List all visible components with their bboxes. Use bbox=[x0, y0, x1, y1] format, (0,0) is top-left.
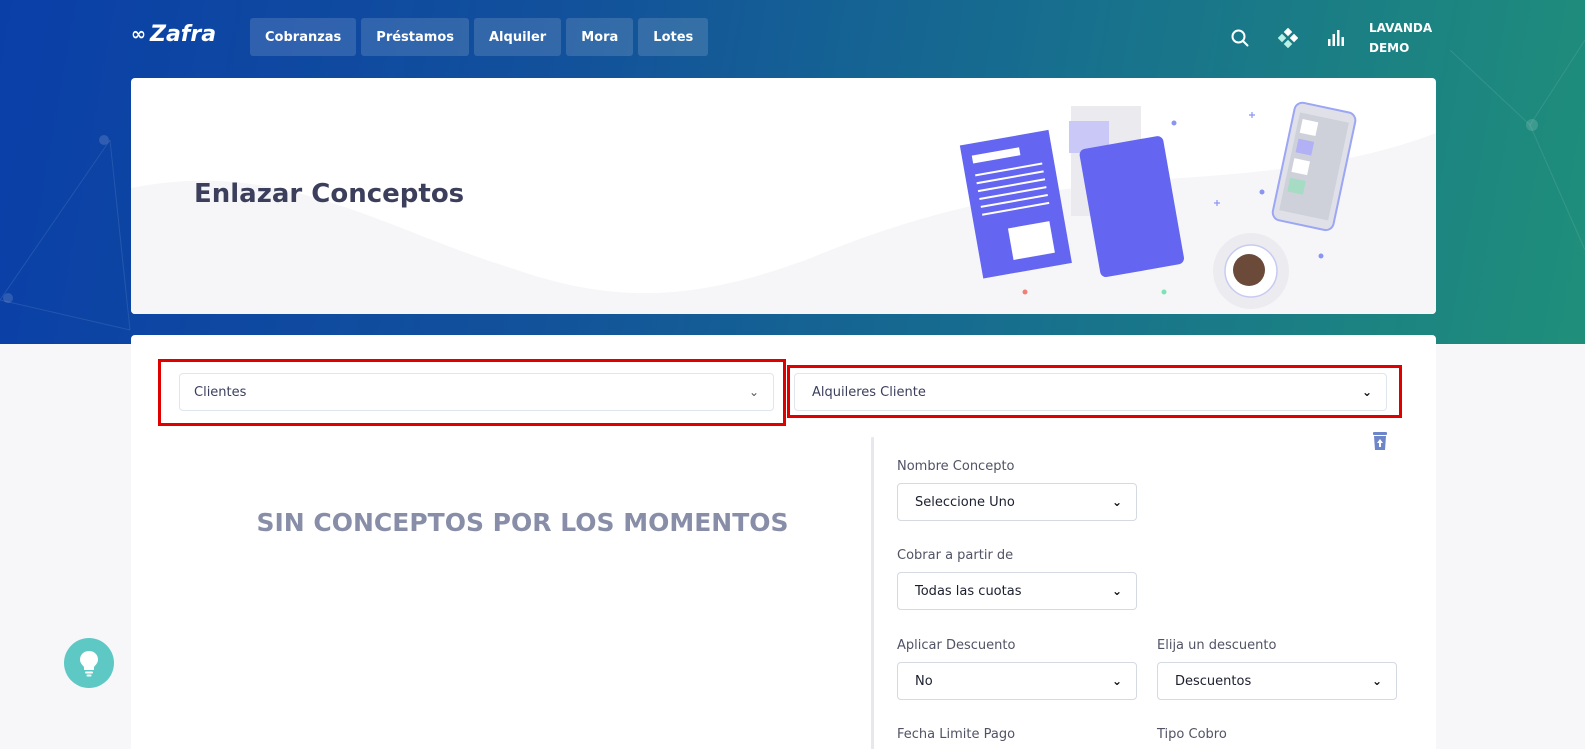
documents-illustration bbox=[959, 101, 1357, 309]
bar-chart-icon[interactable] bbox=[1324, 26, 1348, 50]
empty-concepts-message: SIN CONCEPTOS POR LOS MOMENTOS bbox=[256, 508, 789, 537]
column-divider bbox=[871, 437, 874, 749]
elija-descuento-value: Descuentos bbox=[1175, 673, 1252, 689]
main-card: Clientes ⌄ Alquileres Cliente ⌄ SIN CONC… bbox=[131, 335, 1436, 749]
search-icon[interactable] bbox=[1228, 26, 1252, 50]
nav-alquiler[interactable]: Alquiler bbox=[474, 18, 562, 56]
type-select[interactable]: Alquileres Cliente ⌄ bbox=[794, 373, 1387, 411]
lightbulb-icon bbox=[80, 651, 98, 677]
aplicar-descuento-label: Aplicar Descuento bbox=[897, 638, 1016, 653]
cobrar-a-partir-select[interactable]: Todas las cuotas ⌄ bbox=[897, 572, 1137, 610]
nav-mora[interactable]: Mora bbox=[566, 18, 634, 56]
logo-icon: ∞ bbox=[131, 24, 146, 45]
nav-cobranzas[interactable]: Cobranzas bbox=[250, 18, 357, 56]
aplicar-descuento-value: No bbox=[915, 673, 933, 689]
user-name-line1: LAVANDA bbox=[1369, 21, 1433, 35]
header-icons bbox=[1228, 26, 1348, 50]
tipo-cobro-label: Tipo Cobro bbox=[1157, 727, 1227, 742]
nav-prestamos[interactable]: Préstamos bbox=[361, 18, 469, 56]
fecha-limite-label: Fecha Limite Pago bbox=[897, 727, 1016, 742]
hero-card: Enlazar Conceptos bbox=[131, 78, 1436, 314]
user-menu[interactable]: LAVANDA DEMO bbox=[1369, 18, 1432, 58]
main-nav: Cobranzas Préstamos Alquiler Mora Lotes bbox=[250, 18, 709, 56]
cobrar-a-partir-label: Cobrar a partir de bbox=[897, 548, 1014, 563]
chevron-down-icon: ⌄ bbox=[1111, 584, 1122, 598]
nombre-concepto-value: Seleccione Uno bbox=[915, 494, 1015, 510]
chevron-down-icon: ⌄ bbox=[1371, 674, 1382, 688]
chevron-down-icon: ⌄ bbox=[1361, 385, 1372, 399]
nombre-concepto-select[interactable]: Seleccione Uno ⌄ bbox=[897, 483, 1137, 521]
user-name-line2: DEMO bbox=[1369, 41, 1410, 55]
nav-lotes[interactable]: Lotes bbox=[638, 18, 709, 56]
aplicar-descuento-select[interactable]: No ⌄ bbox=[897, 662, 1137, 700]
page-title: Enlazar Conceptos bbox=[194, 179, 465, 209]
nombre-concepto-label: Nombre Concepto bbox=[897, 459, 1015, 474]
help-lightbulb-button[interactable] bbox=[64, 638, 114, 688]
brand-logo[interactable]: ∞ Zafra bbox=[131, 22, 216, 47]
entity-select[interactable]: Clientes ⌄ bbox=[179, 373, 774, 411]
type-select-value: Alquileres Cliente bbox=[812, 384, 926, 400]
chevron-down-icon: ⌄ bbox=[748, 385, 759, 399]
entity-select-value: Clientes bbox=[194, 384, 247, 400]
chevron-down-icon: ⌄ bbox=[1111, 495, 1122, 509]
chevron-down-icon: ⌄ bbox=[1111, 674, 1122, 688]
apps-icon[interactable] bbox=[1276, 26, 1300, 50]
elija-descuento-label: Elija un descuento bbox=[1157, 638, 1277, 653]
elija-descuento-select[interactable]: Descuentos ⌄ bbox=[1157, 662, 1397, 700]
brand-name: Zafra bbox=[150, 22, 217, 47]
cobrar-a-partir-value: Todas las cuotas bbox=[915, 583, 1022, 599]
delete-icon[interactable] bbox=[1371, 431, 1389, 451]
